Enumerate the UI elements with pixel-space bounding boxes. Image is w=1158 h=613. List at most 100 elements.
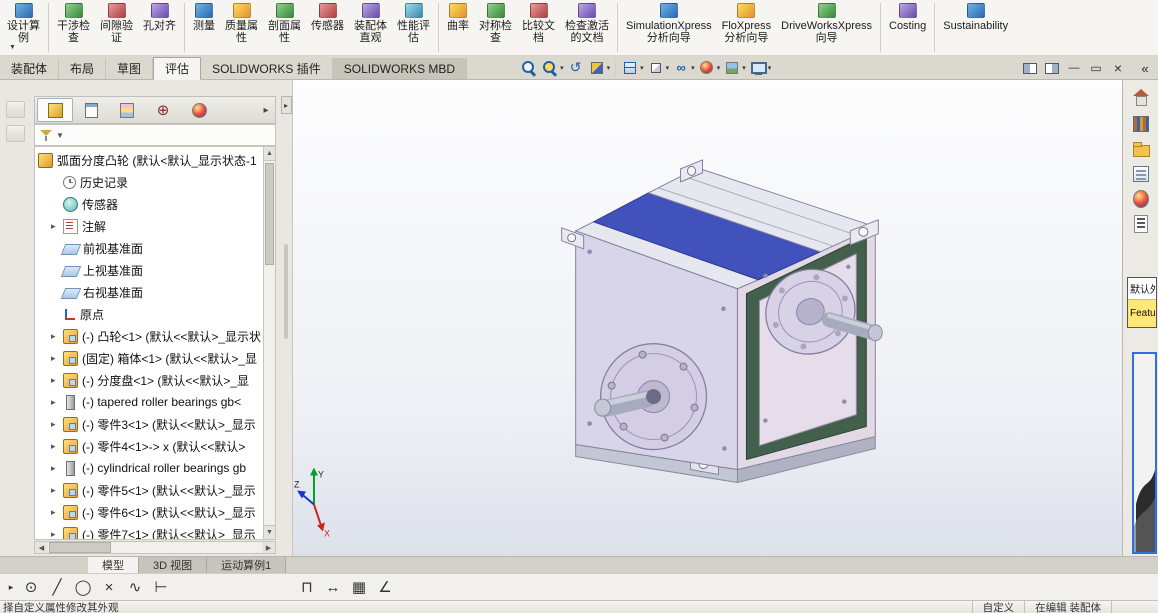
spline-tool[interactable]: ∿ [122,576,148,599]
expand-arrow-icon[interactable]: ▸ [51,353,63,364]
flyout-arrow-icon[interactable]: ▼ [9,44,16,51]
section-properties-button[interactable]: 剖面属性 [263,0,306,54]
expand-arrow-icon[interactable]: ▸ [51,441,63,452]
scroll-left-arrow-icon[interactable]: ◀ [35,542,48,553]
customize-status-item[interactable]: 自定义 [971,601,1025,613]
compare-documents-button[interactable]: 比较文档 [517,0,560,54]
curvature-button[interactable]: 曲率 [442,0,474,54]
tree-item[interactable]: ▸ (-) cylindrical roller bearings gb [35,457,263,479]
tree-item[interactable]: 原点 [35,303,263,325]
floxpress-button[interactable]: FloXpress 分析向导 [717,0,777,54]
assembly-visualization-button[interactable]: 装配体 直观 [349,0,392,54]
feature-tree-filter[interactable]: ▼ [34,124,276,146]
appearance-preview-thumbnail[interactable] [1132,352,1157,554]
interference-detection-button[interactable]: 干涉检查 [52,0,95,54]
tree-item[interactable]: ▸ (-) 零件3<1> (默认<<默认>_显示 [35,413,263,435]
section-view-button[interactable]: ▾ [587,56,612,79]
grid-tool[interactable]: ▦ [346,576,372,599]
tab-layout[interactable]: 布局 [59,58,107,79]
design-study-button[interactable]: 设计算例 ▼ [2,0,45,54]
driveworksxpress-button[interactable]: DriveWorksXpress 向导 [776,0,877,54]
expand-arrow-icon[interactable]: ▸ [51,221,63,232]
zoom-area-button[interactable]: ▾ [540,56,565,79]
doc-tab-3d-views[interactable]: 3D 视图 [139,557,208,573]
clearance-verification-button[interactable]: 间隙验证 [95,0,138,54]
tree-item[interactable]: ▸ (-) 分度盘<1> (默认<<默认>_显 [35,369,263,391]
hide-show-items-button[interactable]: ∞ ▾ [671,56,696,79]
symmetry-check-button[interactable]: 对称检查 [474,0,517,54]
display-style-button[interactable]: ▾ [646,56,671,79]
sensor-button[interactable]: 传感器 [306,0,349,54]
graphics-viewport[interactable]: Y Z X [292,80,1122,556]
tab-solidworks-addins[interactable]: SOLIDWORKS 插件 [201,58,333,79]
featuremanager-tab[interactable] [37,98,73,122]
tree-vertical-scrollbar[interactable]: ▲ ▼ [263,146,276,540]
appearances-icon[interactable] [1128,187,1154,211]
pane-left-button[interactable] [1020,59,1040,77]
view-orientation-button[interactable]: ▾ [620,56,645,79]
file-explorer-icon[interactable] [1128,137,1154,161]
angle-tool[interactable]: ∠ [372,576,398,599]
taskpane-collapse-button[interactable]: « [1132,61,1158,79]
point-cross-tool[interactable]: × [96,576,122,599]
panel-splitter[interactable]: ▸ [280,80,292,556]
view-settings-button[interactable]: ▾ [748,56,773,79]
feature-tree-root-item[interactable]: 弧面分度凸轮 (默认<默认_显示状态-1 [35,149,263,171]
tree-item[interactable]: 前视基准面 [35,237,263,259]
filter-dropdown-arrow-icon[interactable]: ▼ [56,131,64,140]
tree-horizontal-scrollbar[interactable]: ◀ ▶ [34,541,276,554]
tree-item[interactable]: ▸ (-) 零件6<1> (默认<<默认>_显示 [35,501,263,523]
circle-tool[interactable]: ◯ [70,576,96,599]
flyout-pane-arrow-icon[interactable]: ▸ [280,96,292,114]
scroll-right-arrow-icon[interactable]: ▶ [262,542,275,553]
expand-arrow-icon[interactable]: ▸ [51,375,63,386]
tree-item[interactable]: 右视基准面 [35,281,263,303]
expand-arrow-icon[interactable]: ▸ [51,331,63,342]
mass-properties-button[interactable]: 质量属性 [220,0,263,54]
tree-item[interactable]: ▸ 注解 [35,215,263,237]
minimize-button[interactable]: — [1064,59,1084,77]
tree-item[interactable]: ▸ (-) 凸轮<1> (默认<<默认>_显示状 [35,325,263,347]
measure-button[interactable]: 测量 [188,0,220,54]
tab-sketch[interactable]: 草图 [106,58,154,79]
circle-point-tool[interactable]: ⊙ [18,576,44,599]
expand-arrow-icon[interactable]: ▸ [51,419,63,430]
model-3d[interactable]: Y Z X [293,80,1122,555]
appearance-popup-feature[interactable]: Featur [1128,299,1156,327]
tree-item[interactable]: ▸ (-) 零件7<1> (默认<<默认>_显示 [35,523,263,539]
tree-item[interactable]: 历史记录 [35,171,263,193]
zoom-fit-button[interactable] [519,56,539,79]
flyout-arrow[interactable]: ▸ [4,576,18,599]
slot-tool[interactable]: ⊓ [294,576,320,599]
dimension-tool[interactable]: ↔ [320,576,346,599]
appearance-popup[interactable]: 默认外 Featur [1127,277,1157,328]
solidworks-resources-icon[interactable] [1128,87,1154,111]
expand-arrow-icon[interactable]: ▸ [51,463,63,474]
expand-arrow-icon[interactable]: ▸ [51,485,63,496]
scroll-down-arrow-icon[interactable]: ▼ [264,525,275,539]
close-button[interactable]: × [1108,59,1128,77]
tab-assembly[interactable]: 装配体 [0,58,60,79]
tree-item[interactable]: ▸ (-) tapered roller bearings gb< [35,391,263,413]
expand-arrow-icon[interactable]: ▸ [51,507,63,518]
view-palette-icon[interactable] [1128,162,1154,186]
previous-view-button[interactable]: ↺ [566,56,586,79]
custom-properties-icon[interactable] [1128,212,1154,236]
edit-appearance-button[interactable]: ▾ [697,56,722,79]
maximize-button[interactable]: ▭ [1086,59,1106,77]
apply-scene-button[interactable]: ▾ [722,56,747,79]
doc-tab-motion-study-1[interactable]: 运动算例1 [207,557,287,573]
configurationmanager-tab[interactable] [109,98,145,122]
simulationxpress-button[interactable]: SimulationXpress 分析向导 [621,0,717,54]
sustainability-button[interactable]: Sustainability [938,0,1013,54]
trim-tool[interactable]: ⊢ [148,576,174,599]
displaymanager-tab[interactable] [181,98,217,122]
line-tool[interactable]: ╱ [44,576,70,599]
tree-item[interactable]: 传感器 [35,193,263,215]
tree-item[interactable]: ▸ (固定) 箱体<1> (默认<<默认>_显 [35,347,263,369]
expand-arrow-icon[interactable]: ▸ [51,397,63,408]
performance-evaluation-button[interactable]: 性能评估 [392,0,435,54]
tree-item[interactable]: ▸ (-) 零件4<1>-> x (默认<<默认> [35,435,263,457]
propertymanager-tab[interactable] [73,98,109,122]
design-library-icon[interactable] [1128,112,1154,136]
